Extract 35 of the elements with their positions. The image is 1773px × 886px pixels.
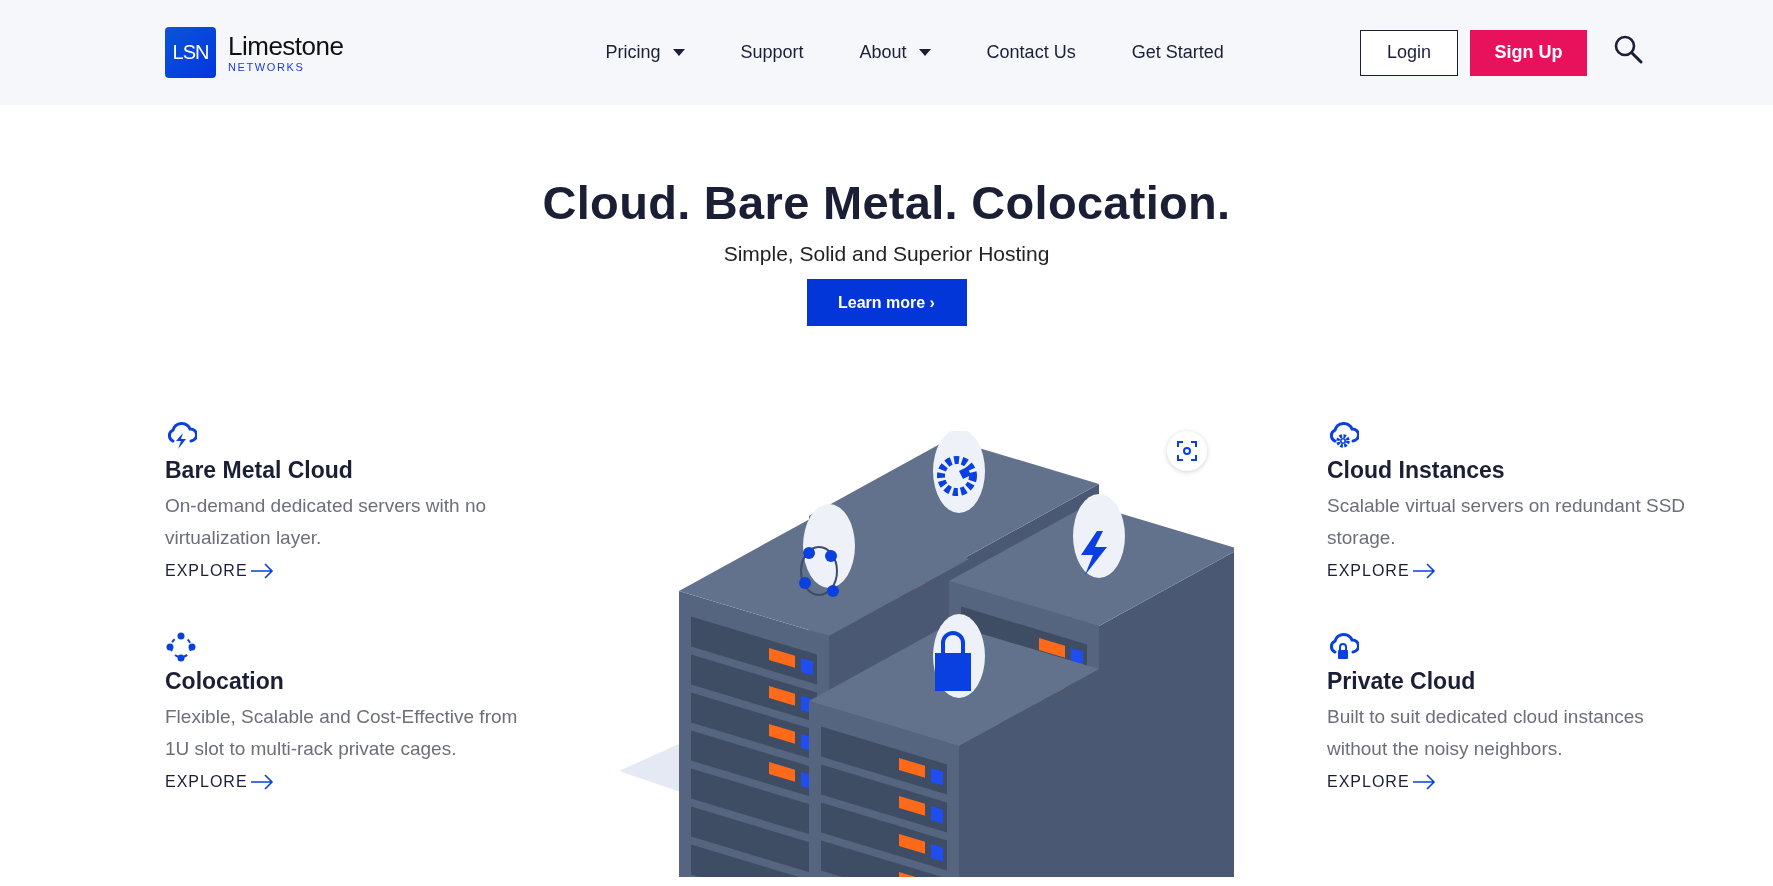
feature-description: Scalable virtual servers on redundant SSD storage. <box>1327 494 1687 550</box>
explore-link[interactable]: EXPLORE <box>1327 562 1436 580</box>
brand-tagline: NETWORKS <box>228 60 306 73</box>
nav-link[interactable]: About <box>859 42 931 63</box>
cloud-lock-icon <box>1327 632 1359 662</box>
feature-title: Bare Metal Cloud <box>165 457 354 484</box>
login-button[interactable]: Login <box>1360 29 1458 76</box>
hero-subtitle: Simple, Solid and Superior Hosting <box>723 242 1050 266</box>
brand-name: Limestone <box>228 32 344 59</box>
dot-ring-icon <box>165 632 197 662</box>
cloud-gear-icon <box>1327 421 1359 451</box>
explore-link[interactable]: EXPLORE <box>1327 773 1436 791</box>
arrow-icon <box>1411 563 1436 579</box>
nav-link[interactable]: Contact Us <box>986 42 1076 63</box>
feature-description: Built to suit dedicated cloud instances without the noisy neighbors. <box>1327 705 1645 761</box>
feature-description: Flexible, Scalable and Cost-Effective from 1U slot to multi-rack private cages. <box>165 705 519 761</box>
image-search-button[interactable] <box>1167 431 1207 471</box>
learn-more-button[interactable]: Learn more › <box>806 279 967 326</box>
scan-icon <box>1176 440 1198 462</box>
nav-link[interactable]: Support <box>740 42 804 63</box>
explore-link[interactable]: EXPLORE <box>165 773 274 791</box>
feature-title: Colocation <box>165 668 285 695</box>
nav-link[interactable]: Get Started <box>1131 42 1224 63</box>
hero-title: Cloud. Bare Metal. Colocation. <box>542 175 1231 230</box>
feature-description: On-demand dedicated servers with no virtualization layer. <box>165 494 488 550</box>
nav-link[interactable]: Pricing <box>605 42 685 63</box>
explore-link[interactable]: EXPLORE <box>165 562 274 580</box>
logo-mark[interactable]: LSN <box>165 27 216 78</box>
feature-title: Private Cloud <box>1327 668 1477 695</box>
feature-title: Cloud Instances <box>1327 457 1506 484</box>
arrow-icon <box>249 774 274 790</box>
arrow-icon <box>249 563 274 579</box>
arrow-icon <box>1411 774 1436 790</box>
signup-button[interactable]: Sign Up <box>1470 29 1587 76</box>
search-icon[interactable] <box>1613 33 1643 64</box>
